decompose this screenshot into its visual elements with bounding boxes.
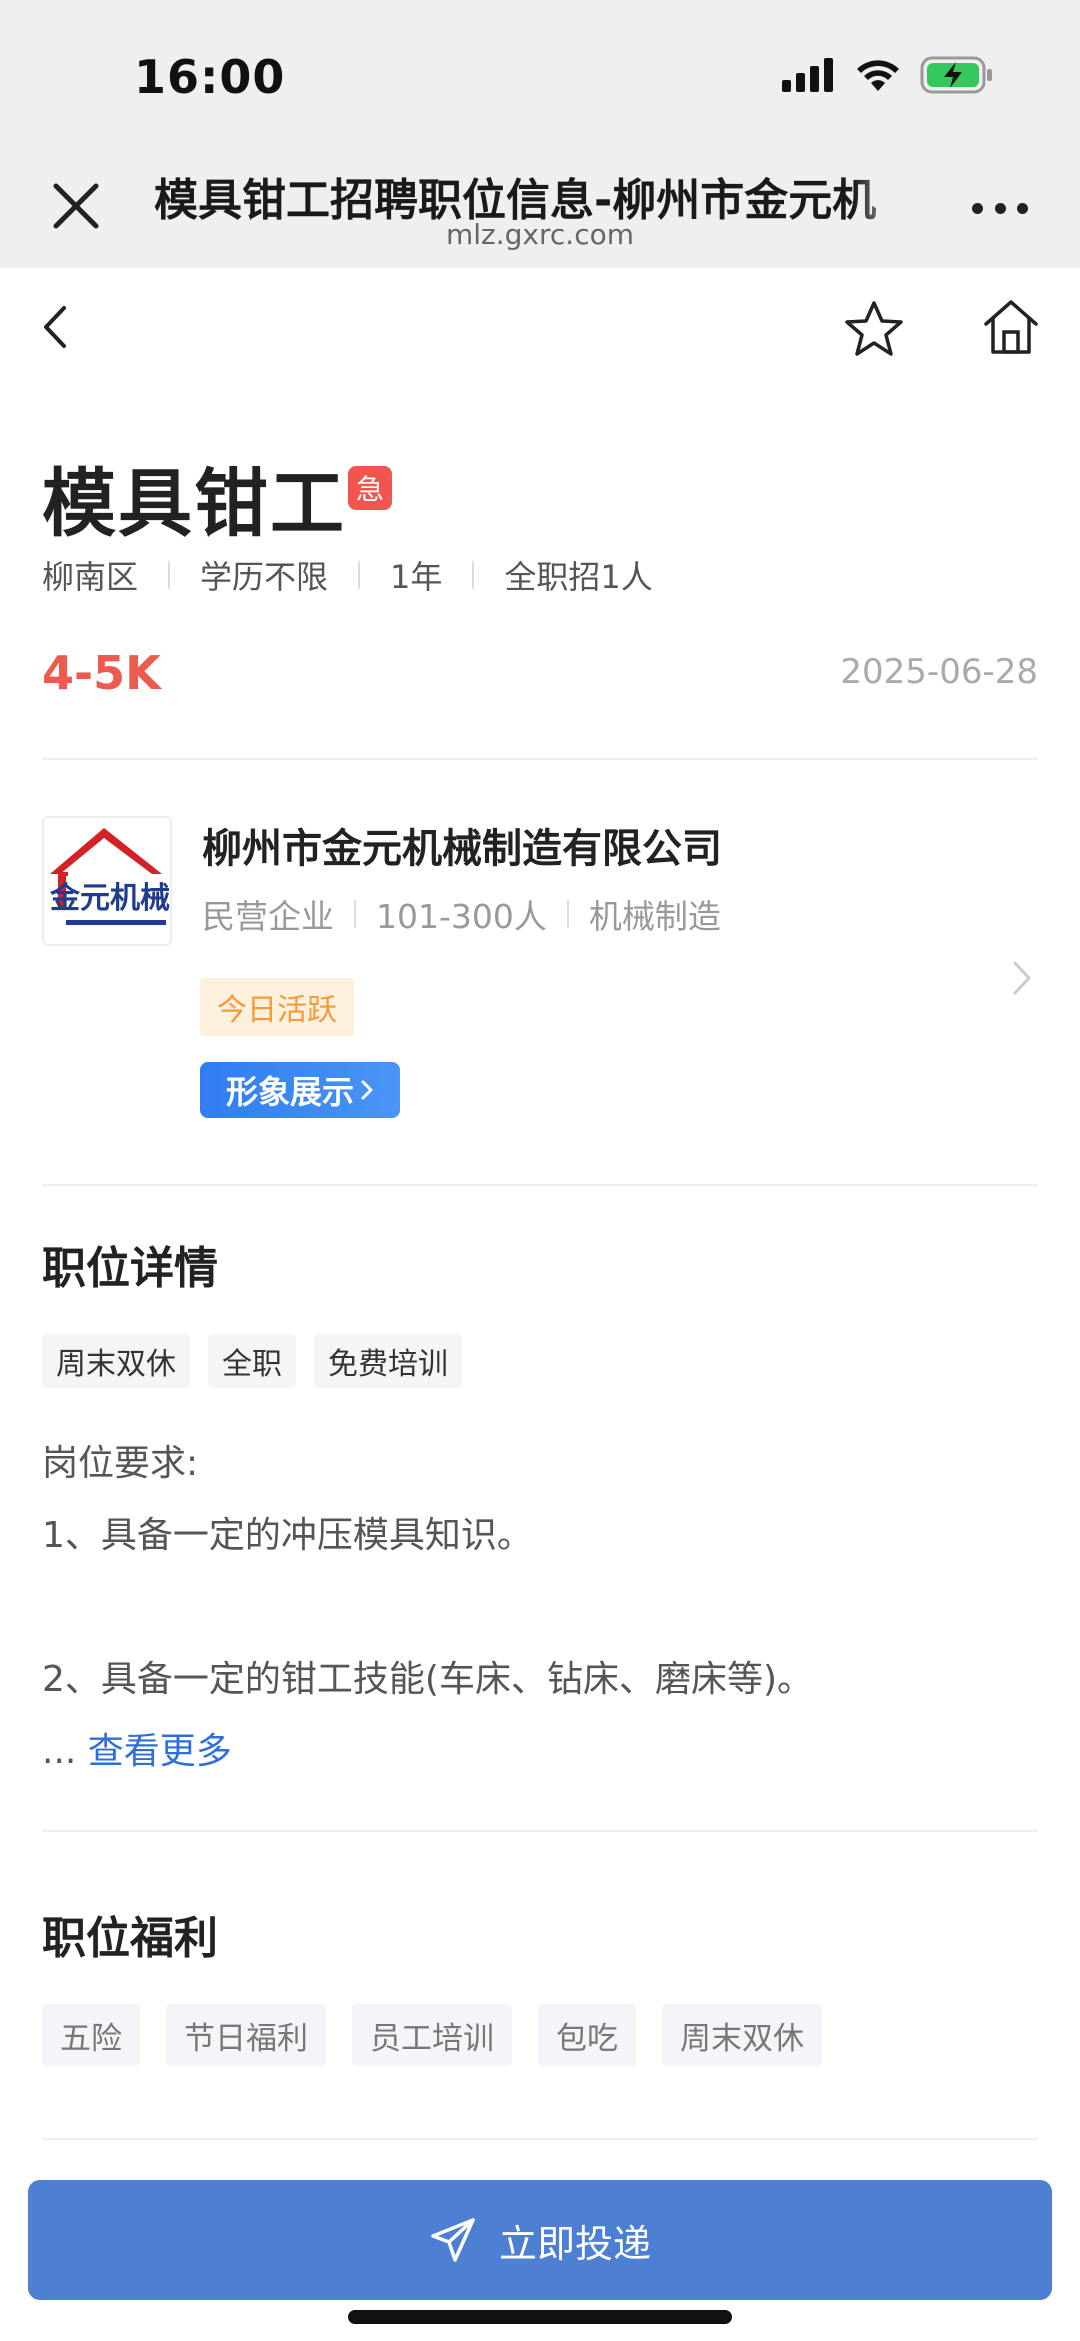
benefit-tag: 周末双休: [662, 2004, 822, 2066]
post-date: 2025-06-28: [840, 652, 1038, 692]
apply-button-label: 立即投递: [498, 2221, 651, 2266]
browser-url: mlz.gxrc.com: [446, 218, 634, 251]
separator: [472, 561, 475, 589]
divider: [42, 1184, 1038, 1186]
back-arrow-icon[interactable]: [36, 300, 76, 354]
wifi-icon: [857, 60, 899, 91]
status-time: 16:00: [134, 50, 286, 104]
job-experience: 1年: [390, 558, 443, 596]
view-more-link[interactable]: 查看更多: [88, 1731, 232, 1772]
section-title-details: 职位详情: [42, 1243, 218, 1294]
job-location: 柳南区: [42, 558, 139, 596]
chevron-right-icon: [361, 1080, 373, 1100]
job-tag: 免费培训: [314, 1334, 462, 1388]
benefit-tags: 五险 节日福利 员工培训 包吃 周末双休: [42, 2004, 822, 2066]
company-meta: 民营企业 101-300人 机械制造: [202, 890, 721, 938]
description-line: 1、具备一定的冲压模具知识。: [42, 1515, 533, 1556]
chevron-right-icon[interactable]: [1010, 958, 1034, 998]
separator: [566, 900, 569, 928]
separator: [168, 561, 171, 589]
job-meta: 柳南区 学历不限 1年 全职招1人: [42, 552, 653, 598]
company-name: 柳州市金元机械制造有限公司: [202, 826, 722, 872]
divider: [42, 758, 1038, 760]
section-title-benefits: 职位福利: [42, 1913, 218, 1964]
benefit-tag: 包吃: [538, 2004, 636, 2066]
active-today-badge: 今日活跃: [200, 978, 354, 1036]
company-ownership: 民营企业: [202, 897, 334, 936]
home-indicator[interactable]: [348, 2310, 732, 2324]
salary: 4-5K: [42, 646, 161, 700]
description-more-row: ... 查看更多: [42, 1716, 1038, 1788]
home-icon[interactable]: [982, 298, 1040, 356]
benefit-tag: 节日福利: [166, 2004, 326, 2066]
benefit-tag: 员工培训: [352, 2004, 512, 2066]
star-favorite-icon[interactable]: [842, 298, 906, 362]
description-line: [42, 1572, 1038, 1644]
job-tag: 周末双休: [42, 1334, 190, 1388]
divider: [42, 1830, 1038, 1832]
description-line: 2、具备一定的钳工技能(车床、钻床、磨床等)。: [42, 1659, 813, 1700]
description-line: 岗位要求:: [42, 1443, 199, 1484]
urgent-badge: 急: [348, 466, 392, 510]
divider: [42, 2138, 1038, 2140]
company-showcase-button[interactable]: 形象展示: [200, 1062, 400, 1118]
company-industry: 机械制造: [588, 897, 721, 936]
company-logo-text: 金元机械: [49, 881, 170, 916]
company-showcase-label: 形象展示: [225, 1073, 354, 1111]
job-type-headcount: 全职招1人: [504, 558, 653, 596]
browser-chrome: 16:00 模具钳工招聘职位信息-柳州市金元机 mlz.gxrc.com: [0, 0, 1080, 268]
job-tag: 全职: [208, 1334, 296, 1388]
more-options-icon[interactable]: [972, 196, 1028, 220]
send-icon: [431, 2218, 475, 2262]
company-logo: 金元机械: [42, 816, 172, 946]
status-icons: [782, 56, 994, 94]
company-size: 101-300人: [376, 897, 547, 936]
job-education: 学历不限: [200, 558, 329, 596]
job-description: 岗位要求: 1、具备一定的冲压模具知识。 2、具备一定的钳工技能(车床、钻床、磨…: [42, 1428, 1038, 1788]
job-tags: 周末双休 全职 免费培训: [42, 1334, 462, 1388]
apply-button[interactable]: 立即投递: [28, 2180, 1052, 2300]
separator: [354, 900, 356, 928]
benefit-tag: 五险: [42, 2004, 140, 2066]
description-ellipsis: ...: [42, 1731, 77, 1772]
signal-icon: [782, 58, 833, 92]
job-title: 模具钳工: [42, 461, 346, 547]
separator: [358, 561, 361, 589]
battery-charging-icon: [920, 56, 992, 94]
